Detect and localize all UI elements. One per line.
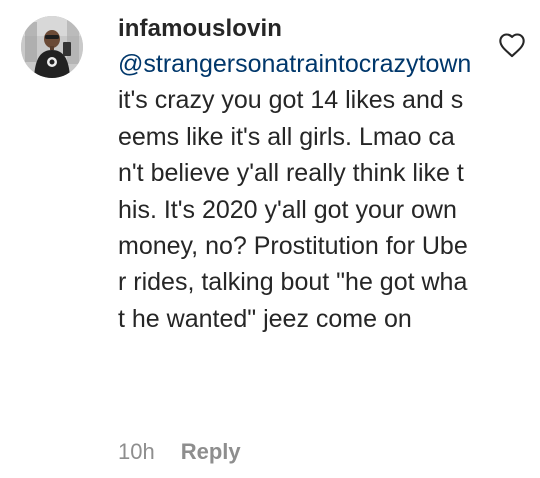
mention-link[interactable]: @strangersonatraintocrazytown bbox=[118, 50, 471, 78]
avatar-photo bbox=[21, 16, 83, 78]
reply-button[interactable]: Reply bbox=[181, 439, 241, 465]
comment-message: it's crazy you got 14 likes and seems li… bbox=[118, 86, 468, 333]
like-button[interactable] bbox=[498, 32, 526, 58]
comment-timestamp[interactable]: 10h bbox=[118, 439, 155, 465]
comment-meta: 10h Reply bbox=[118, 436, 241, 468]
avatar[interactable] bbox=[21, 16, 83, 78]
comment: infamouslovin @strangersonatraintocrazyt… bbox=[0, 0, 540, 478]
comment-username[interactable]: infamouslovin bbox=[118, 12, 498, 46]
heart-outline-icon bbox=[499, 33, 525, 58]
comment-body: infamouslovin @strangersonatraintocrazyt… bbox=[118, 12, 498, 337]
comment-text: @strangersonatraintocrazytown it's crazy… bbox=[118, 46, 473, 337]
